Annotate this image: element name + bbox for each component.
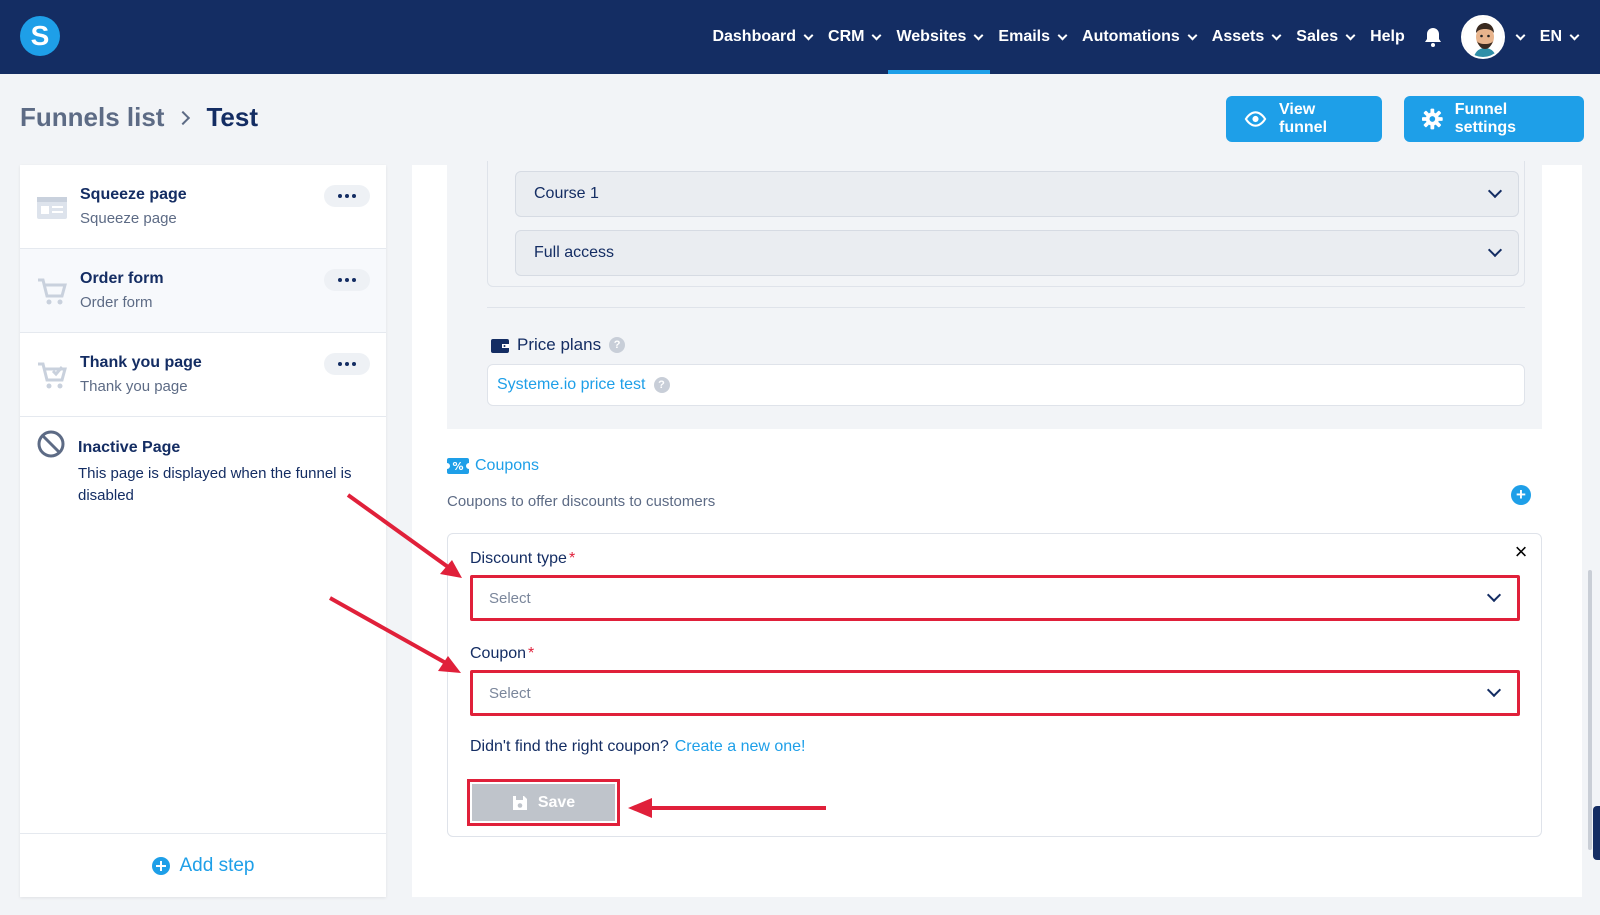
nav-item-automations[interactable]: Automations <box>1074 0 1204 74</box>
language-selector[interactable]: EN <box>1532 0 1586 74</box>
price-plan-field[interactable]: Systeme.io price test ? <box>487 364 1525 406</box>
step-more-button[interactable] <box>324 269 370 291</box>
nav-item-crm[interactable]: CRM <box>820 0 888 74</box>
cart-icon <box>38 278 67 305</box>
product-section: Course 1 Full access Price plans ? Syste… <box>447 161 1542 429</box>
view-funnel-button[interactable]: View funnel <box>1226 96 1382 142</box>
disabled-icon <box>37 430 65 458</box>
discount-type-label: Discount type * <box>470 550 576 567</box>
chevron-right-icon <box>176 110 191 125</box>
svg-text:%: % <box>452 460 463 473</box>
step-order-form[interactable]: Order form Order form <box>20 249 386 333</box>
coupons-header: % Coupons <box>447 457 539 475</box>
chevron-down-icon <box>1271 30 1282 40</box>
chevron-down-icon <box>803 30 814 40</box>
plus-circle-icon <box>151 856 170 875</box>
step-more-button[interactable] <box>324 353 370 375</box>
funnel-steps-panel: Squeeze page Squeeze page Order form Ord… <box>20 165 386 897</box>
chevron-down-icon <box>1487 242 1503 258</box>
chevron-down-icon <box>1486 682 1502 698</box>
chevron-down-icon <box>973 30 984 40</box>
user-menu[interactable] <box>1453 0 1532 74</box>
chevron-down-icon <box>1569 30 1580 40</box>
chevron-down-icon <box>1515 30 1526 40</box>
coupon-form: × Discount type * Select Coupon * Select D… <box>447 533 1542 837</box>
help-icon[interactable]: ? <box>609 337 626 353</box>
help-icon[interactable]: ? <box>653 377 670 393</box>
step-settings-panel: Course 1 Full access Price plans ? Syste… <box>412 161 1582 897</box>
nav-item-emails[interactable]: Emails <box>990 0 1074 74</box>
chevron-down-icon <box>1345 30 1356 40</box>
divider <box>487 307 1525 308</box>
inactive-page-description: This page is displayed when the funnel i… <box>78 465 352 504</box>
nav-item-sales[interactable]: Sales <box>1288 0 1362 74</box>
access-select[interactable]: Full access <box>515 230 1519 276</box>
nav-item-help[interactable]: Help <box>1362 0 1413 74</box>
discount-type-select[interactable]: Select <box>470 575 1520 621</box>
bell-icon[interactable] <box>1413 0 1453 74</box>
side-tab[interactable] <box>1593 806 1600 860</box>
chevron-down-icon <box>1187 30 1198 40</box>
coupon-select[interactable]: Select <box>470 670 1520 716</box>
coupon-hint: Didn't find the right coupon? Create a ne… <box>470 738 806 755</box>
eye-icon <box>1244 111 1267 127</box>
wallet-icon <box>491 339 509 353</box>
breadcrumb: Funnels list Test <box>20 102 258 133</box>
funnel-settings-button[interactable]: Funnel settings <box>1404 96 1584 142</box>
add-step-button[interactable]: Add step <box>20 833 386 897</box>
chevron-down-icon <box>1057 30 1068 40</box>
product-card: Course 1 Full access <box>487 161 1525 287</box>
chevron-down-icon <box>1486 587 1502 603</box>
nav-item-websites[interactable]: Websites <box>888 0 991 74</box>
avatar <box>1460 15 1505 59</box>
coupon-label: Coupon * <box>470 645 535 662</box>
scrollbar[interactable] <box>1588 570 1592 850</box>
coupons-description: Coupons to offer discounts to customers <box>447 493 716 510</box>
save-button-highlight: Save <box>467 779 620 826</box>
create-coupon-link[interactable]: Create a new one! <box>675 738 806 755</box>
step-more-button[interactable] <box>324 185 370 207</box>
top-navbar: S Dashboard CRM Websites Emails Automati… <box>0 0 1600 74</box>
cart-check-icon <box>38 362 67 389</box>
step-thank-you-page[interactable]: Thank you page Thank you page <box>20 333 386 417</box>
nav-item-assets[interactable]: Assets <box>1204 0 1288 74</box>
step-squeeze-page[interactable]: Squeeze page Squeeze page <box>20 165 386 249</box>
save-button[interactable]: Save <box>472 784 615 821</box>
chevron-down-icon <box>872 30 882 40</box>
add-coupon-button[interactable]: + <box>1511 485 1531 505</box>
floppy-disk-icon <box>512 795 527 810</box>
coupon-icon: % <box>447 458 469 474</box>
breadcrumb-funnels-list[interactable]: Funnels list <box>20 102 164 133</box>
gear-icon <box>1422 108 1443 130</box>
systeme-logo[interactable]: S <box>20 16 60 56</box>
price-plans-label: Price plans ? <box>491 335 626 355</box>
inactive-page-title[interactable]: Inactive Page <box>78 439 180 457</box>
nav-item-dashboard[interactable]: Dashboard <box>704 0 820 74</box>
chevron-down-icon <box>1487 183 1503 199</box>
close-icon[interactable]: × <box>1511 541 1531 563</box>
page-title: Test <box>206 102 258 132</box>
nav-menu: Dashboard CRM Websites Emails Automation… <box>704 0 1586 74</box>
page-icon <box>37 197 67 219</box>
course-select[interactable]: Course 1 <box>515 171 1519 217</box>
